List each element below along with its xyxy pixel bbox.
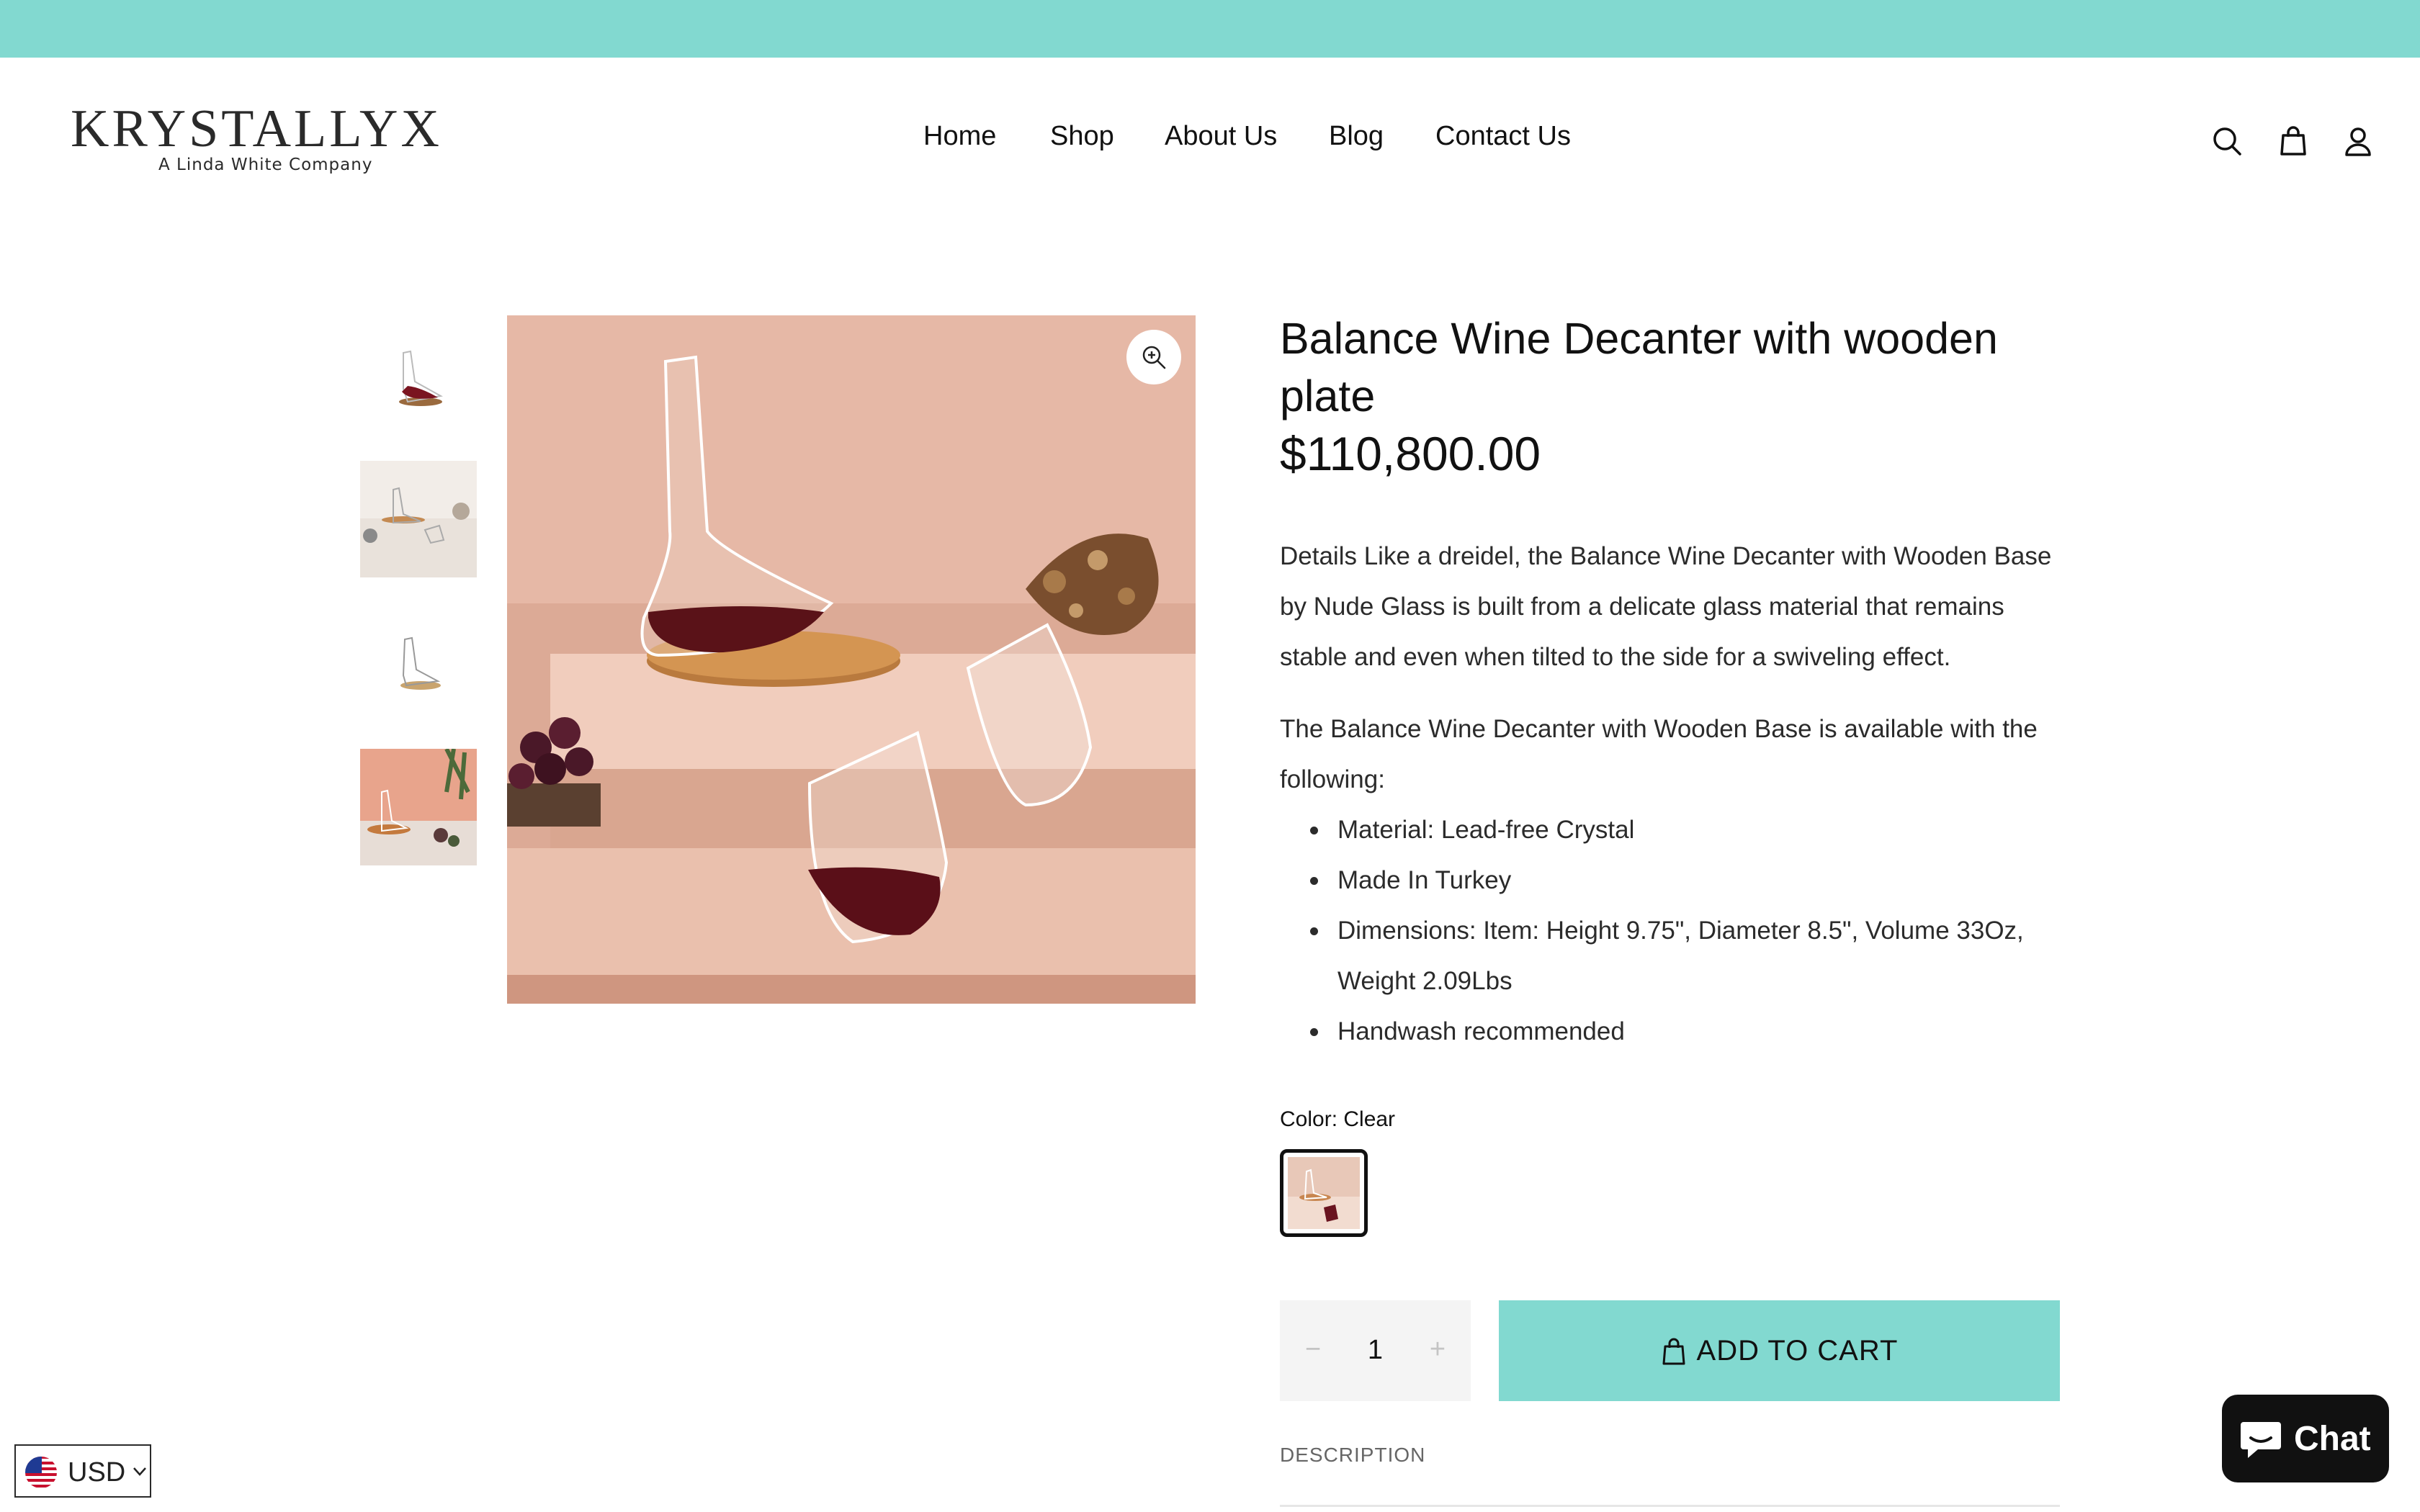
announcement-bar xyxy=(0,0,2420,58)
feature-item: Material: Lead-free Crystal xyxy=(1280,805,2061,855)
chevron-down-icon xyxy=(133,1467,146,1476)
feature-item: Handwash recommended xyxy=(1280,1007,2061,1057)
nav-contact-us[interactable]: Contact Us xyxy=(1435,121,1571,152)
account-icon[interactable] xyxy=(2341,124,2375,158)
currency-selector[interactable]: USD xyxy=(14,1444,151,1498)
thumbnail-2[interactable] xyxy=(360,461,477,577)
nav-home[interactable]: Home xyxy=(923,121,996,152)
header-icons xyxy=(2204,124,2420,167)
quantity-input[interactable] xyxy=(1337,1326,1413,1374)
feature-item: Dimensions: Item: Height 9.75", Diameter… xyxy=(1280,906,2061,1007)
zoom-icon xyxy=(1142,346,1166,369)
site-header: KRYSTALLYX A Linda White Company Home Sh… xyxy=(0,58,2420,230)
currency-label: USD xyxy=(68,1457,126,1488)
divider xyxy=(1280,1505,2060,1507)
quantity-stepper: − + xyxy=(1280,1300,1471,1401)
cart-icon[interactable] xyxy=(2276,124,2311,158)
nav-about-us[interactable]: About Us xyxy=(1165,121,1277,152)
chat-bubble-icon xyxy=(2241,1422,2281,1458)
main-product-image[interactable] xyxy=(507,315,1196,1004)
chat-label: Chat xyxy=(2294,1420,2371,1458)
color-label: Color: Clear xyxy=(1280,1107,1396,1131)
feature-item: Made In Turkey xyxy=(1280,855,2061,906)
thumbnail-4[interactable] xyxy=(360,749,477,865)
chat-button[interactable]: Chat xyxy=(2222,1395,2389,1482)
us-flag-icon xyxy=(25,1457,57,1488)
product-price: $110,800.00 xyxy=(1280,427,1541,480)
product-description: Details Like a dreidel, the Balance Wine… xyxy=(1280,531,2061,1057)
nav-shop[interactable]: Shop xyxy=(1050,121,1114,152)
add-to-cart-label: ADD TO CART xyxy=(1696,1334,1899,1367)
main-nav: Home Shop About Us Blog Contact Us xyxy=(0,121,2420,164)
quantity-increase-button[interactable]: + xyxy=(1416,1328,1459,1371)
thumbnail-1[interactable] xyxy=(360,317,477,433)
description-paragraph-2: The Balance Wine Decanter with Wooden Ba… xyxy=(1280,715,2038,793)
description-paragraph-1: Details Like a dreidel, the Balance Wine… xyxy=(1280,542,2052,671)
product-title: Balance Wine Decanter with wooden plate xyxy=(1280,314,1998,420)
description-tab[interactable]: DESCRIPTION xyxy=(1280,1444,1425,1467)
add-to-cart-button[interactable]: ADD TO CART xyxy=(1499,1300,2060,1401)
product-info: Balance Wine Decanter with wooden plate … xyxy=(1280,310,2061,1057)
bag-icon xyxy=(1662,1338,1685,1365)
search-icon[interactable] xyxy=(2210,124,2244,158)
thumbnail-3[interactable] xyxy=(360,605,477,721)
nav-blog[interactable]: Blog xyxy=(1329,121,1384,152)
color-swatch-clear[interactable] xyxy=(1280,1149,1368,1237)
zoom-button[interactable] xyxy=(1126,330,1181,384)
feature-list: Material: Lead-free Crystal Made In Turk… xyxy=(1280,805,2061,1057)
quantity-decrease-button[interactable]: − xyxy=(1291,1328,1335,1371)
